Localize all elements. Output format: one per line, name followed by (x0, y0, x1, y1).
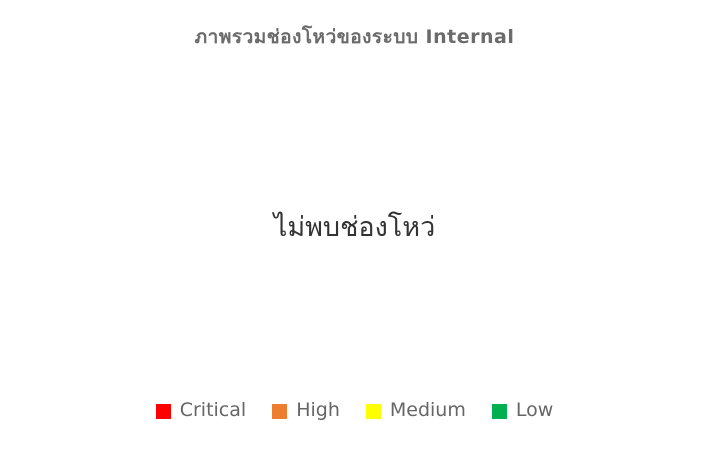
no-data-message: ไม่พบช่องโหว่ (273, 212, 436, 243)
chart-container: ภาพรวมช่องโหว่ของระบบ Internal ไม่พบช่อง… (0, 0, 709, 452)
chart-title: ภาพรวมช่องโหว่ของระบบ Internal (194, 26, 515, 48)
chart-legend: Critical High Medium Low (0, 396, 709, 424)
legend-label-high: High (296, 399, 340, 421)
legend-item-high[interactable]: High (272, 399, 340, 421)
legend-swatch-critical (155, 404, 171, 419)
legend-item-critical[interactable]: Critical (155, 399, 247, 421)
legend-label-medium: Medium (389, 399, 466, 421)
legend-label-low: Low (515, 399, 554, 421)
legend-swatch-low (491, 404, 507, 419)
legend-item-medium[interactable]: Medium (365, 399, 466, 421)
legend-item-low[interactable]: Low (491, 399, 554, 421)
legend-label-critical: Critical (179, 399, 247, 421)
legend-swatch-high (272, 404, 288, 419)
legend-swatch-medium (365, 404, 381, 419)
